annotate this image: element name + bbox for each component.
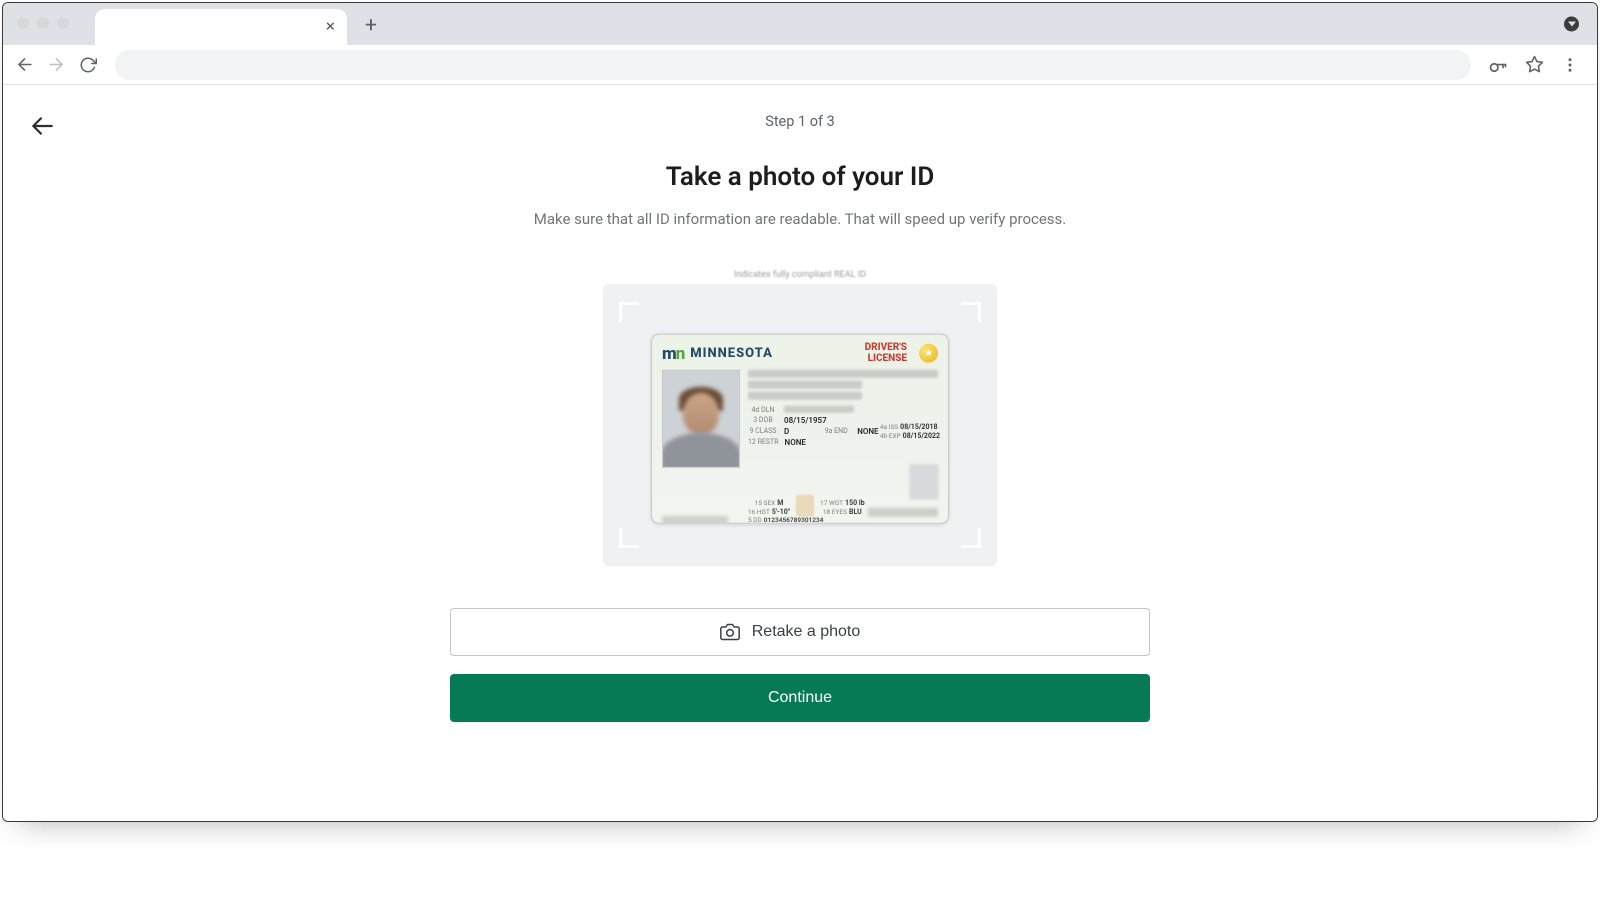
page-content: Step 1 of 3 Take a photo of your ID Make…	[3, 85, 1597, 821]
address-bar[interactable]	[115, 50, 1471, 80]
kebab-menu-icon[interactable]	[1559, 54, 1581, 76]
id-field-label: 9 CLASS	[748, 427, 778, 437]
step-indicator: Step 1 of 3	[450, 113, 1150, 130]
continue-label: Continue	[768, 689, 832, 707]
page-back-button[interactable]	[27, 111, 57, 141]
redacted-text	[868, 508, 938, 517]
viewfinder-corner-icon	[961, 528, 981, 548]
id-field-label: 12 RESTR	[748, 438, 779, 448]
viewfinder-corner-icon	[961, 302, 981, 322]
id-end-value: NONE	[857, 427, 878, 437]
redacted-text	[748, 392, 862, 400]
nav-forward-button	[45, 54, 67, 76]
viewfinder-corner-icon	[619, 528, 639, 548]
password-key-icon[interactable]	[1487, 54, 1509, 76]
close-tab-icon[interactable]: ×	[326, 19, 335, 36]
id-ghost-photo	[910, 465, 938, 499]
id-portrait-photo	[662, 370, 740, 468]
minimize-window-icon[interactable]	[37, 17, 49, 29]
reload-button[interactable]	[77, 54, 99, 76]
page-title: Take a photo of your ID	[450, 162, 1150, 192]
new-tab-button[interactable]: +	[357, 12, 385, 40]
nav-back-button[interactable]	[13, 54, 35, 76]
id-dob-value: 08/15/1957	[784, 416, 827, 426]
camera-icon	[720, 622, 740, 642]
real-id-star-icon	[919, 344, 938, 363]
maximize-window-icon[interactable]	[57, 17, 69, 29]
id-top-caption: Indicates fully compliant REAL ID	[734, 270, 866, 280]
retake-photo-label: Retake a photo	[752, 623, 861, 641]
browser-toolbar	[3, 45, 1597, 85]
browser-window: × +	[2, 2, 1598, 822]
id-info-block: 4d DLN 3 DOB 08/15/1957 9 CLASS D 9a END NON…	[748, 370, 938, 468]
id-field-label: 9a END	[821, 427, 851, 437]
page-subtitle: Make sure that all ID information are re…	[450, 210, 1150, 228]
continue-button[interactable]: Continue	[450, 674, 1150, 722]
id-card: mn MINNESOTA DRIVER'SLICENSE	[651, 334, 949, 524]
viewfinder-corner-icon	[619, 302, 639, 322]
redacted-text	[784, 406, 854, 413]
bookmark-star-icon[interactable]	[1523, 54, 1545, 76]
id-date-block: 4a ISS08/15/2018 4b EXP08/15/2022	[880, 423, 940, 441]
id-photo-preview: Indicates fully compliant REAL ID mn MIN…	[603, 284, 997, 566]
account-menu-icon[interactable]	[1564, 17, 1579, 32]
redacted-text	[748, 381, 862, 389]
redacted-text	[662, 516, 728, 524]
id-state-logo: mn	[662, 343, 684, 363]
id-state-name: MINNESOTA	[690, 346, 773, 361]
id-license-label: DRIVER'SLICENSE	[865, 343, 907, 364]
id-class-value: D	[784, 427, 789, 437]
mac-traffic-lights[interactable]	[17, 17, 69, 29]
close-window-icon[interactable]	[17, 17, 29, 29]
state-seal-icon	[796, 495, 814, 517]
id-restr-value: NONE	[785, 438, 806, 448]
id-field-label: 4d DLN	[748, 406, 778, 415]
id-field-label: 3 DOB	[748, 416, 778, 426]
id-dd-field: 5 DD0123456789301234	[748, 516, 823, 524]
retake-photo-button[interactable]: Retake a photo	[450, 608, 1150, 656]
redacted-text	[748, 370, 938, 378]
tab-strip: × +	[3, 3, 1597, 45]
browser-tab[interactable]: ×	[95, 9, 347, 45]
